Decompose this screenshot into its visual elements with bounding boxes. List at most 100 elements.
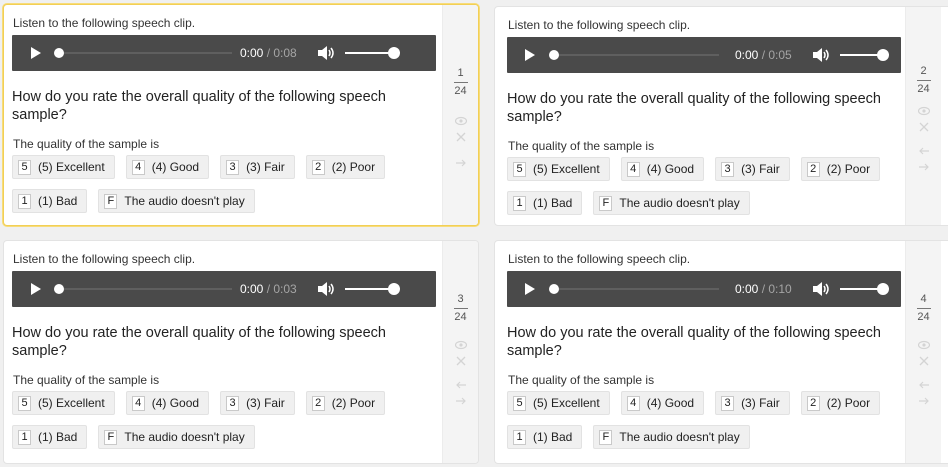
quality-label: The quality of the sample is xyxy=(508,373,655,387)
option-label: (3) Fair xyxy=(246,160,285,174)
volume-knob[interactable] xyxy=(877,283,889,295)
volume-track[interactable] xyxy=(840,288,880,290)
hotkey: 2 xyxy=(806,395,820,411)
hotkey: 3 xyxy=(721,161,735,177)
option-poor[interactable]: 2 (2) Poor xyxy=(305,155,386,179)
option-excellent[interactable]: 5 (5) Excellent xyxy=(12,391,115,415)
progress-track[interactable] xyxy=(549,54,719,56)
option-label: (3) Fair xyxy=(246,396,285,410)
progress-knob[interactable] xyxy=(54,48,64,58)
progress-track[interactable] xyxy=(54,52,232,54)
option-good[interactable]: 4 (4) Good xyxy=(620,391,705,415)
progress-track[interactable] xyxy=(54,288,232,290)
time-display: 0:00 / 0:03 xyxy=(240,282,297,296)
progress-knob[interactable] xyxy=(549,284,559,294)
hotkey: 3 xyxy=(721,395,735,411)
task-card-4[interactable]: Listen to the following speech clip. 0:0… xyxy=(494,240,948,464)
option-audio-doesnt-play[interactable]: F The audio doesn't play xyxy=(593,191,750,215)
option-audio-doesnt-play[interactable]: F The audio doesn't play xyxy=(98,189,255,213)
rating-options: 5 (5) Excellent 4 (4) Good 3 (3) Fair 2 (2) … xyxy=(507,157,927,225)
option-poor[interactable]: 2 (2) Poor xyxy=(800,157,881,181)
side-icons xyxy=(906,105,941,177)
arrow-right-icon[interactable] xyxy=(918,395,930,407)
audio-player[interactable]: 0:00 / 0:05 xyxy=(507,37,901,73)
arrow-left-icon[interactable] xyxy=(918,145,930,157)
eye-icon[interactable] xyxy=(917,105,930,117)
arrow-left-icon[interactable] xyxy=(455,379,467,391)
volume-knob[interactable] xyxy=(388,47,400,59)
instruction-text: Listen to the following speech clip. xyxy=(13,252,196,266)
volume-track[interactable] xyxy=(840,54,880,56)
volume-knob[interactable] xyxy=(388,283,400,295)
fraction-line xyxy=(453,82,468,83)
option-bad[interactable]: 1 (1) Bad xyxy=(507,191,583,215)
volume-track[interactable] xyxy=(345,52,393,54)
option-label: (2) Poor xyxy=(331,160,376,174)
close-icon[interactable] xyxy=(918,121,930,133)
option-excellent[interactable]: 5 (5) Excellent xyxy=(507,391,610,415)
play-icon[interactable] xyxy=(31,283,41,295)
volume-icon[interactable] xyxy=(812,281,830,297)
option-good[interactable]: 4 (4) Good xyxy=(125,391,210,415)
option-label: (1) Bad xyxy=(533,430,573,444)
close-icon[interactable] xyxy=(455,355,467,367)
option-good[interactable]: 4 (4) Good xyxy=(125,155,210,179)
option-bad[interactable]: 1 (1) Bad xyxy=(12,189,88,213)
hotkey: 4 xyxy=(131,159,145,175)
play-icon[interactable] xyxy=(525,49,535,61)
audio-player[interactable]: 0:00 / 0:10 xyxy=(507,271,901,307)
option-excellent[interactable]: 5 (5) Excellent xyxy=(12,155,115,179)
volume-icon[interactable] xyxy=(317,45,335,61)
progress-track[interactable] xyxy=(549,288,719,290)
play-icon[interactable] xyxy=(31,47,41,59)
hotkey: 4 xyxy=(626,395,640,411)
arrow-left-icon[interactable] xyxy=(918,379,930,391)
option-bad[interactable]: 1 (1) Bad xyxy=(12,425,88,449)
arrow-right-icon[interactable] xyxy=(918,161,930,173)
option-audio-doesnt-play[interactable]: F The audio doesn't play xyxy=(593,425,750,449)
question-text: How do you rate the overall quality of t… xyxy=(12,325,386,359)
option-fair[interactable]: 3 (3) Fair xyxy=(220,155,295,179)
option-poor[interactable]: 2 (2) Poor xyxy=(800,391,881,415)
option-poor[interactable]: 2 (2) Poor xyxy=(305,391,386,415)
eye-icon[interactable] xyxy=(454,339,467,351)
task-index: 4 xyxy=(920,293,927,305)
task-body: Listen to the following speech clip. 0:0… xyxy=(495,7,935,225)
option-audio-doesnt-play[interactable]: F The audio doesn't play xyxy=(98,425,255,449)
task-total: 24 xyxy=(917,311,930,323)
task-counter: 4 24 xyxy=(906,293,941,324)
progress-knob[interactable] xyxy=(549,50,559,60)
option-bad[interactable]: 1 (1) Bad xyxy=(507,425,583,449)
hotkey: 4 xyxy=(131,395,145,411)
close-icon[interactable] xyxy=(918,355,930,367)
audio-player[interactable]: 0:00 / 0:03 xyxy=(12,271,436,307)
option-label: (5) Excellent xyxy=(533,396,600,410)
option-excellent[interactable]: 5 (5) Excellent xyxy=(507,157,610,181)
volume-knob[interactable] xyxy=(877,49,889,61)
option-label: (2) Poor xyxy=(826,396,871,410)
eye-icon[interactable] xyxy=(917,339,930,351)
task-card-3[interactable]: Listen to the following speech clip. 0:0… xyxy=(3,240,479,464)
volume-icon[interactable] xyxy=(317,281,335,297)
task-card-2[interactable]: Listen to the following speech clip. 0:0… xyxy=(494,6,948,226)
time-current: 0:00 xyxy=(735,48,759,62)
volume-icon[interactable] xyxy=(812,47,830,63)
time-duration: 0:08 xyxy=(273,46,297,60)
play-icon[interactable] xyxy=(525,283,535,295)
eye-icon[interactable] xyxy=(454,115,467,127)
close-icon[interactable] xyxy=(455,131,467,143)
volume-track[interactable] xyxy=(345,288,393,290)
arrow-right-icon[interactable] xyxy=(455,395,467,407)
option-good[interactable]: 4 (4) Good xyxy=(620,157,705,181)
option-fair[interactable]: 3 (3) Fair xyxy=(715,391,790,415)
task-body: Listen to the following speech clip. 0:0… xyxy=(4,241,444,463)
audio-player[interactable]: 0:00 / 0:08 xyxy=(12,35,436,71)
arrow-right-icon[interactable] xyxy=(455,157,467,169)
progress-knob[interactable] xyxy=(54,284,64,294)
time-display: 0:00 / 0:05 xyxy=(735,48,792,62)
task-card-1[interactable]: Listen to the following speech clip. 0:0… xyxy=(3,4,479,226)
time-duration: 0:03 xyxy=(273,282,297,296)
hotkey: 5 xyxy=(513,161,526,177)
option-fair[interactable]: 3 (3) Fair xyxy=(715,157,790,181)
option-fair[interactable]: 3 (3) Fair xyxy=(220,391,295,415)
